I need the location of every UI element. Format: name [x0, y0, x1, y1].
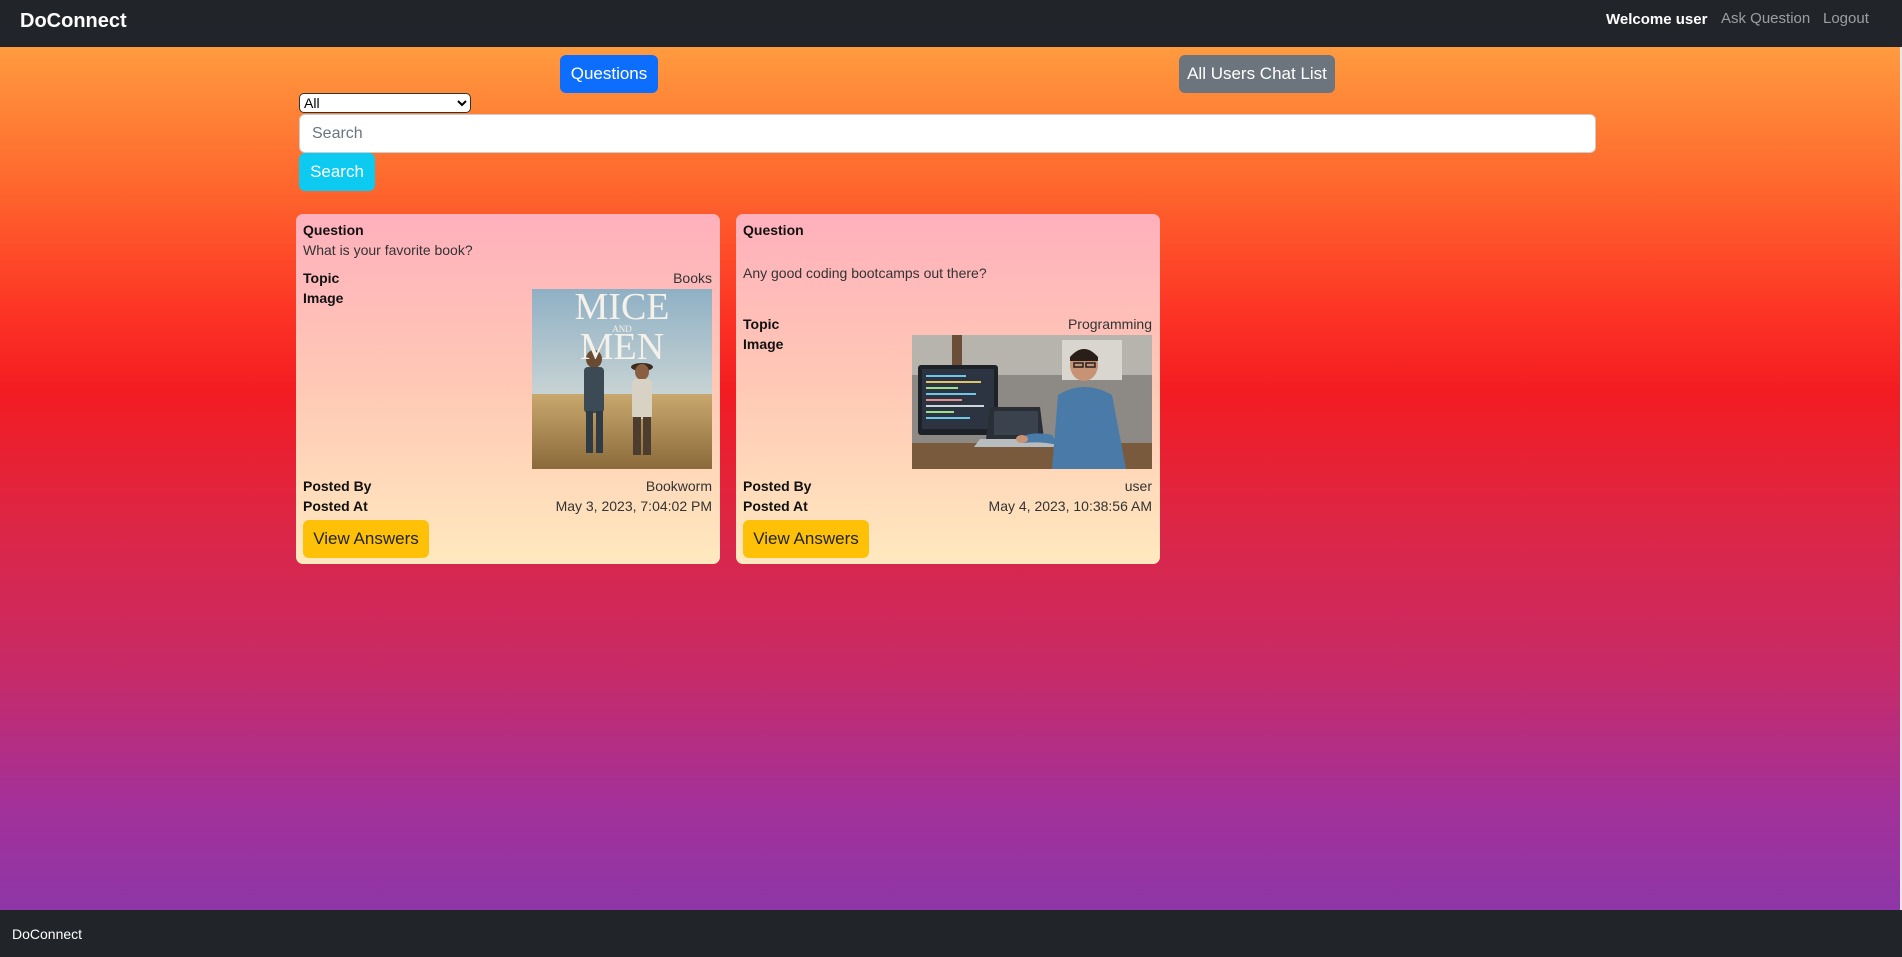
view-answers-button[interactable]: View Answers	[743, 520, 869, 558]
topic-label: Topic	[303, 270, 340, 286]
question-image	[912, 335, 1152, 469]
question-label: Question	[303, 222, 364, 238]
book-cover-title-top: MICE	[575, 289, 670, 328]
footer: DoConnect	[0, 910, 1902, 957]
posted-at-value: May 4, 2023, 10:38:56 AM	[988, 498, 1152, 514]
posted-by-value: user	[1124, 478, 1152, 494]
book-cover-title-bottom: MEN	[580, 326, 664, 368]
topic-filter-select[interactable]: All	[299, 93, 471, 113]
main-content: Questions All Users Chat List All Search…	[0, 47, 1900, 910]
all-users-chat-list-button[interactable]: All Users Chat List	[1179, 55, 1335, 93]
posted-by-label: Posted By	[743, 478, 812, 494]
question-text: Any good coding bootcamps out there?	[743, 265, 987, 281]
question-text: What is your favorite book?	[303, 242, 473, 258]
posted-by-value: Bookworm	[645, 478, 712, 494]
posted-at-value: May 3, 2023, 7:04:02 PM	[555, 498, 712, 514]
posted-by-label: Posted By	[303, 478, 372, 494]
search-button[interactable]: Search	[299, 153, 375, 191]
question-label: Question	[743, 222, 804, 238]
footer-brand: DoConnect	[12, 926, 83, 942]
question-card: Question Any good coding bootcamps out t…	[736, 214, 1160, 564]
image-label: Image	[303, 290, 344, 306]
image-label: Image	[743, 336, 784, 352]
logout-link[interactable]: Logout	[1823, 10, 1869, 27]
search-input[interactable]	[299, 114, 1596, 153]
topic-value: Books	[673, 270, 712, 286]
question-image: MICE AND MEN	[532, 289, 712, 469]
ask-question-link[interactable]: Ask Question	[1721, 10, 1810, 27]
questions-button[interactable]: Questions	[560, 55, 658, 93]
navbar-brand[interactable]: DoConnect	[20, 10, 127, 33]
topic-value: Programming	[1067, 316, 1152, 332]
view-answers-button[interactable]: View Answers	[303, 520, 429, 558]
top-navbar: DoConnect Welcome user Ask Question Logo…	[0, 0, 1902, 47]
posted-at-label: Posted At	[743, 498, 808, 514]
posted-at-label: Posted At	[303, 498, 368, 514]
welcome-text: Welcome user	[1606, 11, 1708, 28]
topic-label: Topic	[743, 316, 780, 332]
question-card: Question What is your favorite book? Top…	[296, 214, 720, 564]
